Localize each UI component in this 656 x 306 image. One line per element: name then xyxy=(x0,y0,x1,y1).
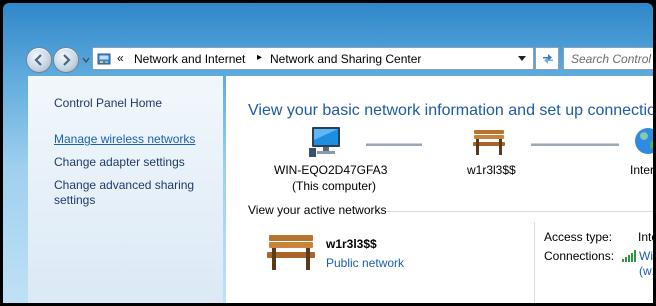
network-type-link[interactable]: Public network xyxy=(326,256,404,270)
search-placeholder: Search Control xyxy=(571,52,652,66)
sidebar-item-control-panel-home[interactable]: Control Panel Home xyxy=(54,96,162,111)
sidebar-item-change-adapter-settings[interactable]: Change adapter settings xyxy=(54,155,185,170)
sidebar-item-change-advanced-sharing-settings[interactable]: settings xyxy=(54,193,95,208)
globe-icon[interactable] xyxy=(634,126,653,156)
connection-link[interactable]: Wi xyxy=(639,249,653,263)
breadcrumb-separator[interactable]: ▸ xyxy=(257,52,262,63)
network-name: w1r3l3$$ xyxy=(467,163,516,177)
sidebar: Control Panel Home Manage wireless netwo… xyxy=(28,76,223,303)
bench-icon xyxy=(267,235,315,270)
forward-button[interactable] xyxy=(53,47,79,73)
connections-label: Connections: xyxy=(544,249,615,263)
sidebar-item-manage-wireless-networks[interactable]: Manage wireless networks xyxy=(54,132,195,147)
bench-icon[interactable] xyxy=(472,128,506,156)
connection-link-ssid[interactable]: (w1 xyxy=(639,264,653,278)
connection-line xyxy=(366,143,422,146)
connection-line xyxy=(531,143,619,146)
refresh-button[interactable] xyxy=(535,47,559,70)
search-input[interactable]: Search Control xyxy=(563,47,653,70)
vertical-divider xyxy=(534,222,535,303)
control-panel-icon xyxy=(97,53,111,65)
refresh-icon xyxy=(543,54,553,64)
signal-bars-icon xyxy=(622,250,636,262)
computer-name: WIN-EQO2D47GFA3 xyxy=(274,163,388,177)
sidebar-item-change-advanced-sharing[interactable]: Change advanced sharing xyxy=(54,178,194,193)
forward-arrow-icon xyxy=(63,54,71,66)
back-button[interactable] xyxy=(26,47,52,73)
computer-icon[interactable] xyxy=(309,126,343,158)
main-panel: View your basic network information and … xyxy=(226,76,653,303)
back-arrow-icon xyxy=(34,54,42,66)
access-type-label: Access type: xyxy=(544,230,613,244)
breadcrumb-network-and-sharing-center[interactable]: Network and Sharing Center xyxy=(270,52,421,66)
section-divider xyxy=(386,211,653,212)
active-networks-title: View your active networks xyxy=(248,203,387,217)
address-bar[interactable]: « Network and Internet ▸ Network and Sha… xyxy=(92,47,534,70)
access-type-value: Inte xyxy=(638,230,653,244)
internet-label[interactable]: Inter xyxy=(630,163,653,177)
window-frame: « Network and Internet ▸ Network and Sha… xyxy=(3,3,653,303)
chevron-down-icon[interactable] xyxy=(81,55,91,65)
active-network-name: w1r3l3$$ xyxy=(326,237,377,251)
page-title: View your basic network information and … xyxy=(248,102,653,119)
breadcrumb-overflow[interactable]: « xyxy=(117,51,124,65)
computer-subtitle: (This computer) xyxy=(292,179,377,193)
breadcrumb-network-and-internet[interactable]: Network and Internet xyxy=(134,52,245,66)
chevron-down-icon[interactable] xyxy=(517,55,527,63)
